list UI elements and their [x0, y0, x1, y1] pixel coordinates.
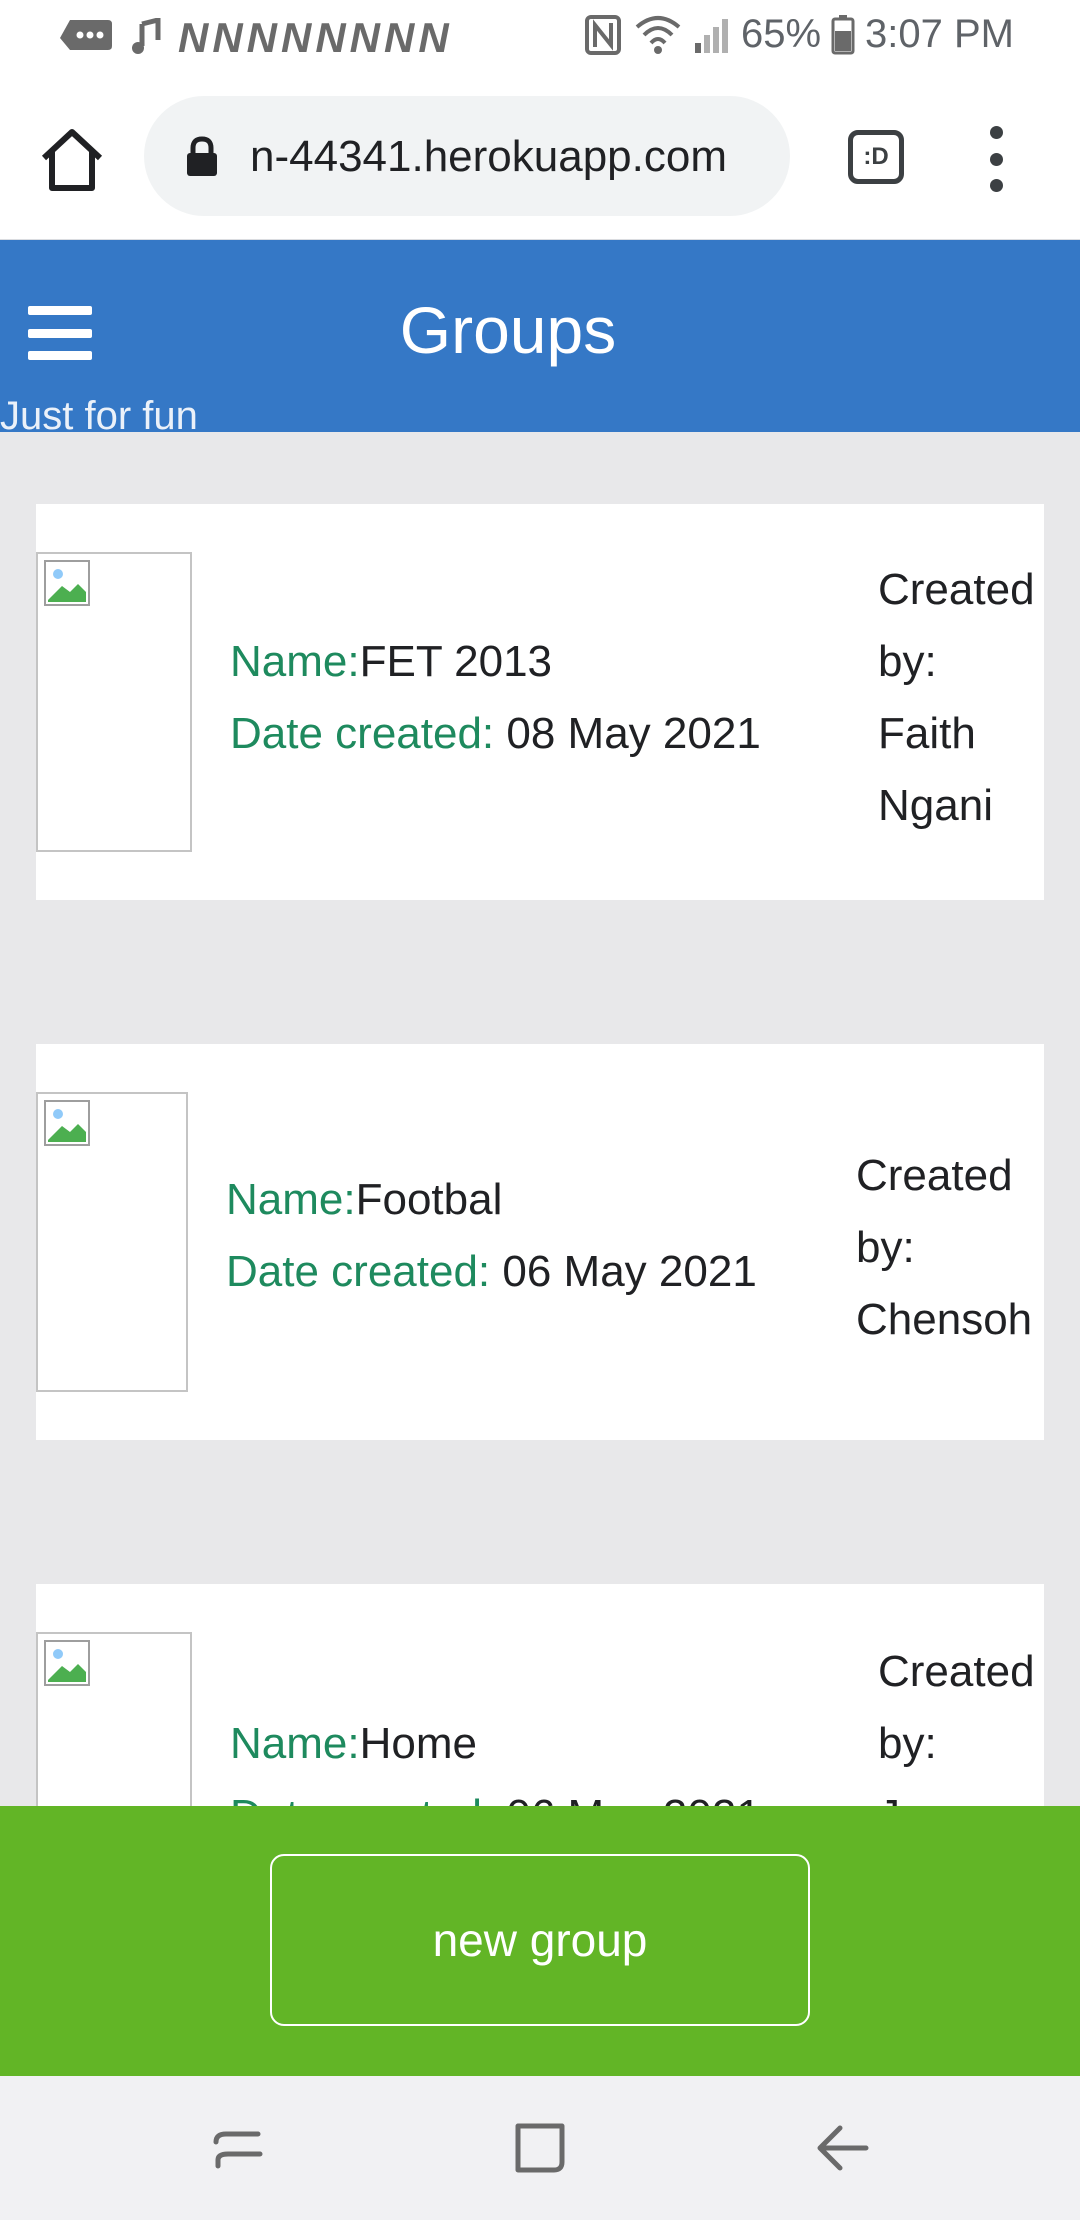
battery-icon: [831, 14, 855, 54]
creator-line: Faith: [878, 709, 976, 758]
name-label: Name:: [230, 1719, 360, 1768]
creator-line: by:: [856, 1223, 915, 1272]
creator-line: by:: [878, 1719, 937, 1768]
system-status: 65% 3:07 PM: [583, 12, 1014, 57]
broken-image-icon: [44, 560, 90, 606]
message-icon: [60, 20, 112, 50]
home-nav-icon[interactable]: [508, 2116, 572, 2180]
wifi-icon: [635, 15, 681, 54]
notification-area: NNNNNNNN: [56, 14, 453, 62]
action-bar: new group: [0, 1806, 1080, 2076]
browser-menu-icon[interactable]: [978, 126, 1014, 192]
broken-image-icon: [44, 1100, 90, 1146]
status-bar: NNNNNNNN 65% 3:07 PM: [0, 0, 1080, 72]
group-card[interactable]: Name:Footbal Date created: 06 May 2021 C…: [36, 1044, 1044, 1440]
group-name: Footbal: [355, 1175, 503, 1224]
clock: 3:07 PM: [865, 12, 1014, 56]
group-info: Name:FET 2013 Date created: 08 May 2021: [230, 626, 761, 770]
group-image: [36, 552, 192, 852]
group-info: Name:Footbal Date created: 06 May 2021: [226, 1164, 757, 1308]
lock-icon: [187, 136, 217, 176]
creator-line: Ngani: [878, 781, 993, 830]
signal-icon: [694, 18, 728, 53]
group-image: [36, 1092, 188, 1392]
address-bar[interactable]: n-44341.herokuapp.com: [144, 96, 790, 216]
group-card[interactable]: Name:FET 2013 Date created: 08 May 2021 …: [36, 504, 1044, 900]
broken-image-icon: [44, 1640, 90, 1686]
creator-line: by:: [878, 637, 937, 686]
name-label: Name:: [226, 1175, 356, 1224]
group-name: FET 2013: [359, 637, 553, 686]
group-date: 06 May 2021: [502, 1247, 757, 1296]
creator-line: Created: [878, 1647, 1035, 1696]
system-navigation-bar: [0, 2076, 1080, 2220]
tab-switcher-button[interactable]: :D: [848, 130, 904, 184]
group-creator: Created by: Chensoh: [856, 1140, 1032, 1356]
creator-line: Created: [878, 565, 1035, 614]
creator-line: Chensoh: [856, 1295, 1033, 1344]
recent-apps-icon[interactable]: [206, 2116, 270, 2180]
date-label: Date created:: [226, 1247, 491, 1296]
page-title: Groups: [399, 293, 617, 367]
group-creator: Created by: Faith Ngani: [878, 554, 1035, 842]
group-date: 08 May 2021: [506, 709, 761, 758]
group-name: Home: [359, 1719, 477, 1768]
creator-line: Created: [856, 1151, 1013, 1200]
music-icon: [132, 18, 161, 54]
new-group-button[interactable]: new group: [270, 1854, 810, 2026]
hidden-subtitle: Just for fun: [0, 394, 198, 438]
date-label: Date created:: [230, 709, 495, 758]
name-label: Name:: [230, 637, 360, 686]
url-text: n-44341.herokuapp.com: [250, 132, 727, 181]
browser-toolbar: n-44341.herokuapp.com :D: [0, 72, 1080, 240]
back-icon[interactable]: [810, 2116, 874, 2180]
nfc-icon: [584, 14, 621, 55]
home-icon[interactable]: [34, 122, 110, 198]
battery-percent: 65%: [740, 12, 822, 56]
app-notification-icons: NNNNNNNN: [178, 14, 453, 61]
